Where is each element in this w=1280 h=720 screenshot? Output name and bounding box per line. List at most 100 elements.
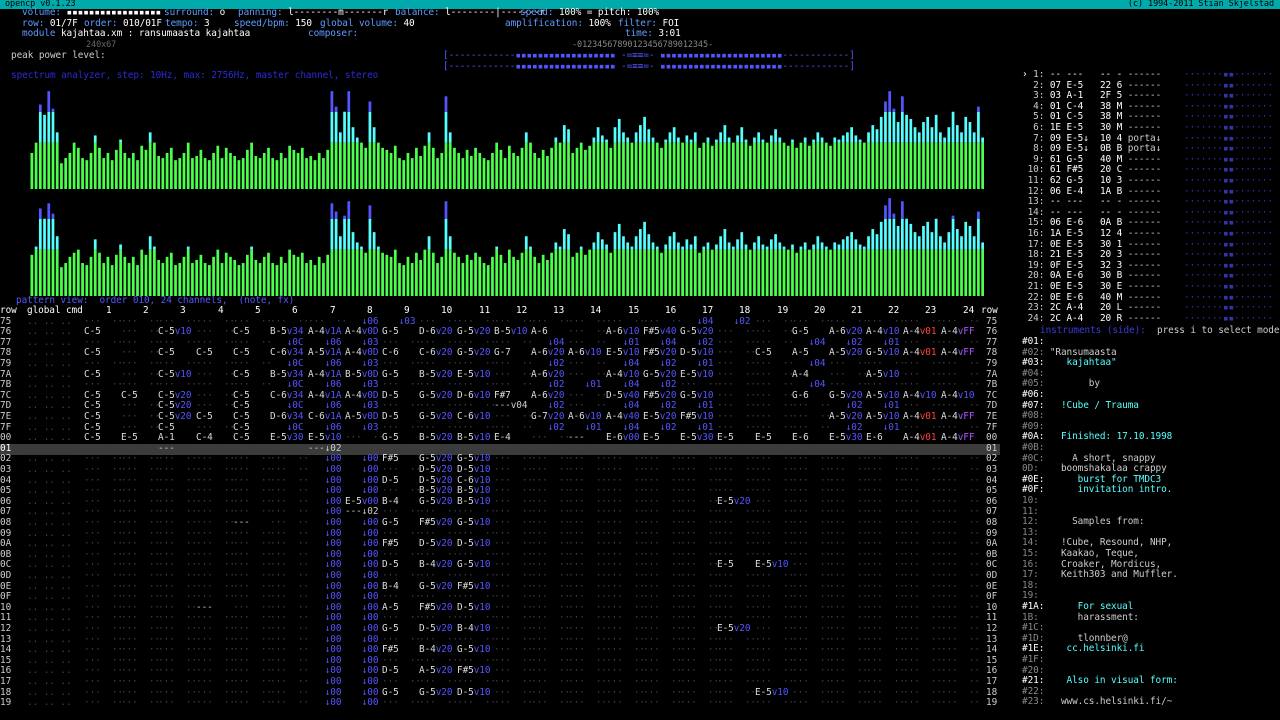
pattern-cell[interactable]: ··· ·· xyxy=(270,602,309,613)
pattern-cell[interactable]: D-6v34 xyxy=(270,411,303,422)
pattern-cell[interactable]: ··· ·· xyxy=(270,528,309,539)
pattern-cell[interactable]: A-5 xyxy=(792,347,809,359)
pattern-cell[interactable]: ··· ·· xyxy=(196,369,235,380)
pattern-cell[interactable]: ··· ·· xyxy=(494,496,533,507)
pattern-cell[interactable]: ··· ·· xyxy=(829,379,868,390)
pattern-cell[interactable]: ··· ·· xyxy=(717,528,756,539)
pattern-cell[interactable]: ··· ·· xyxy=(494,676,533,687)
pattern-cell[interactable]: ··· ·· xyxy=(866,676,905,687)
pattern-cell[interactable]: F#5v10 xyxy=(457,665,490,677)
pattern-cell[interactable]: A-5v10 xyxy=(866,390,899,401)
pattern-cell[interactable]: ··· ·· xyxy=(419,655,458,666)
pattern-cell[interactable]: ··· ·· xyxy=(792,676,831,687)
pattern-cell[interactable]: ··· ·· xyxy=(941,602,980,613)
pattern-cell[interactable]: ··· ·· xyxy=(568,549,607,560)
pattern-cell[interactable]: ··· ·· xyxy=(457,634,496,645)
pattern-cell[interactable]: E-5v10 xyxy=(755,559,788,571)
pattern-cell[interactable]: D-5 xyxy=(382,559,399,571)
pattern-cell[interactable]: ··· ·· xyxy=(829,623,868,634)
pattern-cell[interactable]: ↓06 xyxy=(308,337,342,348)
pattern-cell[interactable]: ··· ·· xyxy=(643,644,682,655)
pattern-cell[interactable]: ↓00 xyxy=(308,549,342,560)
pattern-cell[interactable]: C-5v20 xyxy=(158,400,191,412)
pattern-cell[interactable]: ↓00 xyxy=(345,687,379,698)
pattern-cell[interactable]: D-5v20 xyxy=(419,464,452,475)
pattern-cell[interactable]: ··· ·· xyxy=(531,687,570,698)
pattern-cell[interactable]: ↓0C xyxy=(270,379,304,390)
pattern-cell[interactable]: C-6v10 xyxy=(457,475,490,486)
pattern-cell[interactable]: G-5v20 xyxy=(419,390,452,401)
pattern-cell[interactable]: D-5v10 xyxy=(457,538,490,549)
pattern-cell[interactable]: A-4vFF xyxy=(941,432,974,443)
pattern-cell[interactable]: ↓03 xyxy=(345,379,379,390)
pattern-cell[interactable]: ··· ·· xyxy=(568,485,607,496)
pattern-cell[interactable]: ··· ·· xyxy=(792,422,831,433)
pattern-cell[interactable]: ··· ·· xyxy=(84,464,123,475)
pattern-cell[interactable]: ··· ·· xyxy=(84,655,123,666)
pattern-cell[interactable]: ··· ·· xyxy=(717,326,756,337)
pattern-cell[interactable]: ↓00 xyxy=(345,549,379,560)
pattern-cell[interactable]: A-4vFF xyxy=(941,347,974,359)
pattern-cell[interactable]: ··· ·· xyxy=(531,453,570,465)
pattern-cell[interactable]: ··· ·· xyxy=(233,496,272,507)
pattern-cell[interactable]: ··· ·· xyxy=(941,581,980,592)
pattern-cell[interactable]: B-5v34 xyxy=(270,369,303,380)
pattern-cell[interactable]: A-5v0D xyxy=(345,411,378,422)
pattern-cell[interactable]: ··· ·· xyxy=(717,475,756,486)
pattern-cell[interactable]: A-6v10 xyxy=(606,326,639,337)
pattern-cell[interactable]: ··· ·· xyxy=(158,697,197,708)
pattern-cell[interactable]: ··· ·· xyxy=(196,665,235,677)
pattern-cell[interactable]: ··· ·· xyxy=(680,517,719,528)
pattern-cell[interactable]: ··· ·· xyxy=(196,623,235,634)
pattern-cell[interactable]: ··· ·· xyxy=(531,612,570,624)
pattern-cell[interactable]: F#5v20 xyxy=(643,347,676,359)
pattern-cell[interactable]: ↓00 xyxy=(308,655,342,666)
pattern-cell[interactable]: ··· ·· xyxy=(755,538,794,549)
pattern-cell[interactable]: ··· ·· xyxy=(755,665,794,677)
pattern-cell[interactable]: D-5 xyxy=(382,411,399,422)
pattern-cell[interactable]: ··· ·· xyxy=(121,337,160,348)
pattern-cell[interactable]: G-5v20 xyxy=(680,326,713,337)
pattern-cell[interactable]: ··· ·· xyxy=(196,538,235,549)
pattern-cell[interactable]: ··· ·· xyxy=(121,358,160,369)
pattern-cell[interactable]: ··· ·· xyxy=(829,369,868,380)
pattern-cell[interactable]: ··· ·· xyxy=(903,528,942,539)
pattern-cell[interactable]: ↓01 xyxy=(680,358,714,369)
pattern-cell[interactable]: ··· ·· xyxy=(606,496,645,507)
pattern-cell[interactable]: ··· ·· xyxy=(755,400,794,412)
pattern-cell[interactable]: ↓00 xyxy=(308,506,342,518)
pattern-cell[interactable]: ··· ·· xyxy=(382,676,421,687)
pattern-cell[interactable]: F#5v40 xyxy=(643,326,676,337)
pattern-cell[interactable]: G-5 xyxy=(382,687,399,698)
pattern-cell[interactable]: ··· ·· xyxy=(158,634,197,645)
pattern-cell[interactable]: ··· ·· xyxy=(531,475,570,486)
pattern-cell[interactable]: G-5v10 xyxy=(457,453,490,465)
pattern-cell[interactable]: ··· ·· xyxy=(84,612,123,624)
pattern-cell[interactable]: ··· ·· xyxy=(755,326,794,337)
pattern-cell[interactable]: ··· ·· xyxy=(457,443,496,454)
pattern-cell[interactable]: ··· ·· xyxy=(829,464,868,475)
pattern-cell[interactable]: ··· ·· xyxy=(568,591,607,602)
pattern-cell[interactable]: ··· ·· xyxy=(792,443,831,454)
pattern-cell[interactable]: ··· ·· xyxy=(680,443,719,454)
pattern-cell[interactable]: ··· ·· xyxy=(717,347,756,359)
pattern-cell[interactable]: ··· ·· xyxy=(568,326,607,337)
pattern-cell[interactable]: ··· ·· xyxy=(196,337,235,348)
pattern-cell[interactable]: ··· ·· xyxy=(121,612,160,624)
pattern-cell[interactable]: C-5 xyxy=(84,390,101,401)
pattern-cell[interactable]: ··· ·· xyxy=(606,644,645,655)
pattern-cell[interactable]: ··· ·· xyxy=(84,538,123,549)
pattern-cell[interactable]: ··· ·· xyxy=(680,676,719,687)
pattern-cell[interactable]: ··· ·· xyxy=(606,655,645,666)
pattern-cell[interactable]: ··· ·· xyxy=(903,443,942,454)
pattern-cell[interactable]: ··· ·· xyxy=(233,464,272,475)
pattern-cell[interactable]: ··· ·· xyxy=(717,687,756,698)
pattern-cell[interactable]: ··· ·· xyxy=(419,422,458,433)
pattern-cell[interactable]: ··· ·· xyxy=(382,549,421,560)
pattern-cell[interactable]: ··· ·· xyxy=(233,623,272,634)
pattern-cell[interactable]: ··· ·· xyxy=(829,559,868,571)
pattern-cell[interactable]: ··· ·· xyxy=(680,549,719,560)
pattern-cell[interactable]: ··· ·· xyxy=(158,591,197,602)
pattern-cell[interactable]: A-4v01 xyxy=(903,326,936,337)
pattern-cell[interactable]: D-5v20 xyxy=(419,538,452,549)
